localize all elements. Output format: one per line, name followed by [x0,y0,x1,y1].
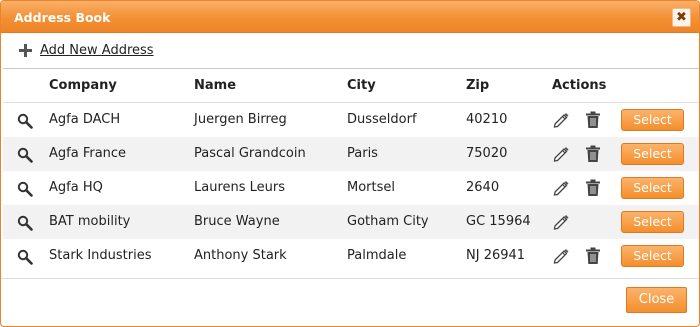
name-cell: Bruce Wayne [194,214,280,229]
search-icon[interactable] [17,249,33,265]
search-icon[interactable] [17,215,33,231]
table-row: Stark Industries Anthony Stark Palmdale … [3,239,699,273]
edit-icon[interactable] [552,111,570,129]
zip-cell: 75020 [466,146,508,161]
header-company: Company [49,78,117,93]
city-cell: Gotham City [347,214,429,229]
city-cell: Paris [347,146,378,161]
select-button[interactable]: Select [621,211,684,233]
edit-icon[interactable] [552,247,570,265]
name-cell: Laurens Leurs [194,180,286,195]
address-table: Company Name City Zip Actions Agfa DACH … [3,68,699,273]
edit-icon[interactable] [552,179,570,197]
company-cell: BAT mobility [49,214,131,229]
company-cell: Agfa France [49,146,127,161]
header-name: Name [194,78,237,93]
select-button[interactable]: Select [621,177,684,199]
zip-cell: GC 15964 [466,214,531,229]
select-button[interactable]: Select [621,143,684,165]
name-cell: Pascal Grandcoin [194,146,306,161]
delete-icon[interactable] [585,145,601,163]
close-icon[interactable]: ✖ [672,8,691,27]
dialog-title: Address Book [14,10,111,25]
name-cell: Juergen Birreg [194,112,287,127]
company-cell: Agfa HQ [49,180,103,195]
delete-icon[interactable] [585,111,601,129]
table-row: Agfa France Pascal Grandcoin Paris 75020… [3,137,699,171]
select-button[interactable]: Select [621,245,684,267]
edit-icon[interactable] [552,213,570,231]
city-cell: Mortsel [347,180,395,195]
edit-icon[interactable] [552,145,570,163]
add-new-address-link[interactable]: Add New Address [19,41,154,59]
address-book-dialog: Address Book ✖ Add New Address Company N… [0,0,700,327]
search-icon[interactable] [17,147,33,163]
search-icon[interactable] [17,113,33,129]
city-cell: Palmdale [347,248,407,263]
header-actions: Actions [552,78,607,93]
table-header: Company Name City Zip Actions [3,69,699,103]
title-bar: Address Book ✖ [1,1,699,33]
company-cell: Stark Industries [49,248,152,263]
header-city: City [347,78,376,93]
table-row: Agfa HQ Laurens Leurs Mortsel 2640 Selec… [3,171,699,205]
dialog-footer: Close [1,278,699,326]
zip-cell: 2640 [466,180,500,195]
zip-cell: 40210 [466,112,508,127]
delete-icon[interactable] [585,247,601,265]
table-row: BAT mobility Bruce Wayne Gotham City GC … [3,205,699,239]
plus-icon [19,43,32,57]
delete-icon[interactable] [585,179,601,197]
header-zip: Zip [466,78,490,93]
search-icon[interactable] [17,181,33,197]
select-button[interactable]: Select [621,109,684,131]
table-row: Agfa DACH Juergen Birreg Dusseldorf 4021… [3,103,699,137]
close-button[interactable]: Close [626,287,687,313]
name-cell: Anthony Stark [194,248,287,263]
company-cell: Agfa DACH [49,112,121,127]
city-cell: Dusseldorf [347,112,417,127]
zip-cell: NJ 26941 [466,248,526,263]
add-new-address-label[interactable]: Add New Address [40,43,154,58]
